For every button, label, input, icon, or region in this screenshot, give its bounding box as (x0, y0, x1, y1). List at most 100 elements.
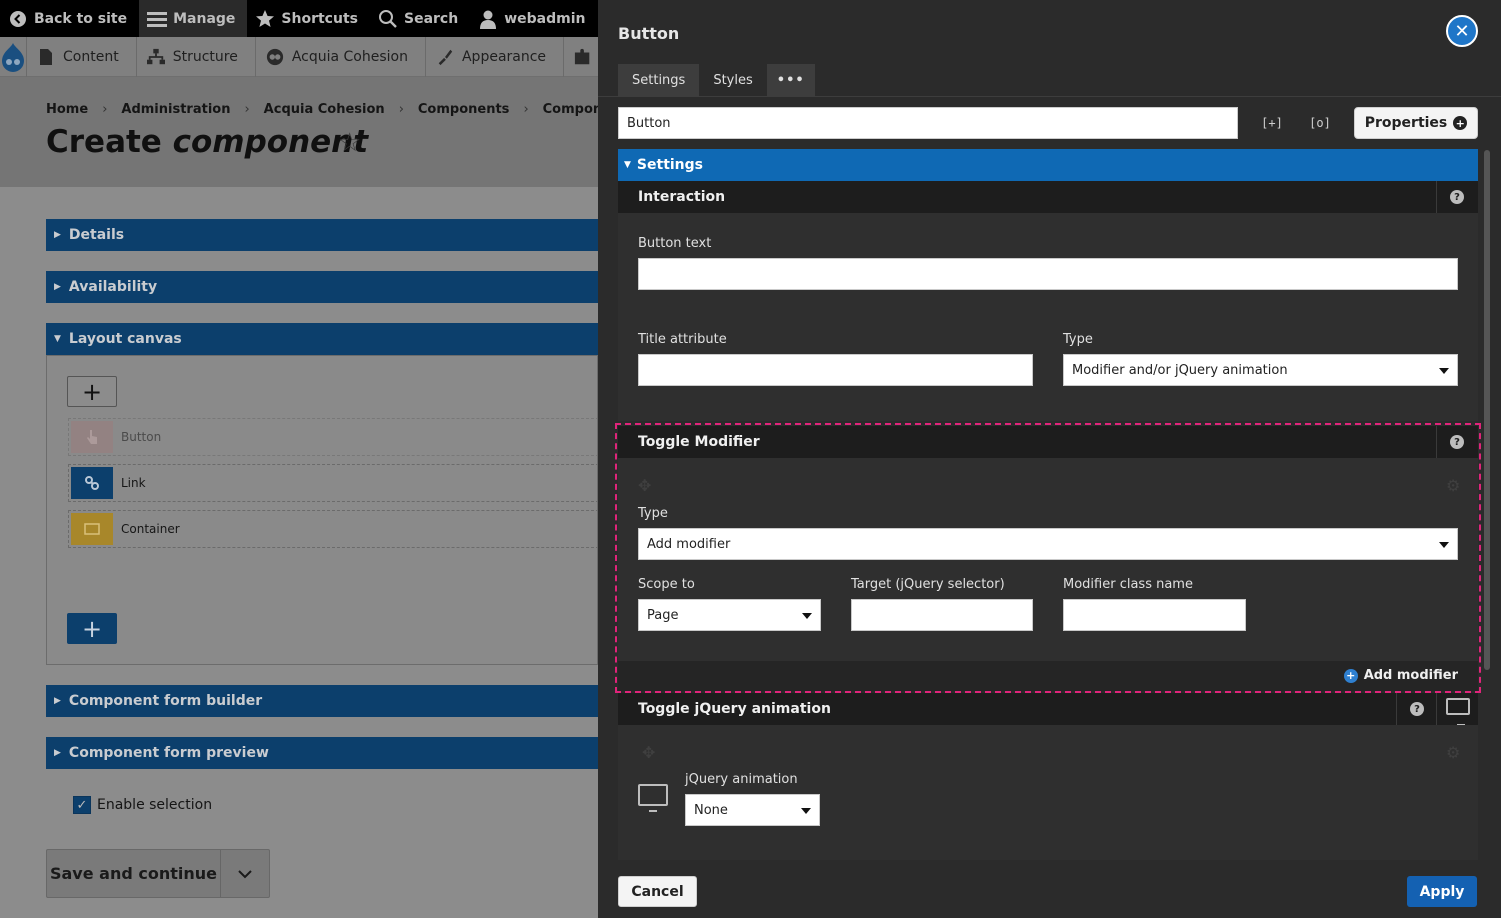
breadcrumb-separator: › (398, 102, 404, 117)
more-options-icon[interactable]: ••• (766, 64, 815, 96)
details-accordion[interactable]: ▶ Details (46, 219, 598, 251)
modifier-type-value: Add modifier (647, 536, 731, 552)
caret-right-icon: ▶ (54, 282, 61, 292)
canvas-item-button[interactable]: Button (68, 418, 598, 456)
caret-right-icon: ▶ (54, 230, 61, 240)
canvas-item-link[interactable]: Link (68, 464, 598, 502)
header-divider (1436, 693, 1437, 725)
cancel-button[interactable]: Cancel (618, 876, 697, 907)
canvas-item-label: Button (121, 430, 162, 444)
tray-item-label: Acquia Cohesion (291, 49, 408, 65)
interaction-section-body (618, 213, 1478, 421)
user-tab[interactable]: webadmin (470, 0, 597, 37)
element-name-input[interactable]: Button (618, 107, 1238, 139)
dropdown-arrow-icon (1439, 368, 1449, 374)
header-divider (1436, 181, 1437, 213)
admin-toolbar: Back to site Manage Shortcuts Search web… (0, 0, 598, 37)
tab-styles[interactable]: Styles (699, 64, 766, 96)
back-to-site-label: Back to site (34, 10, 128, 27)
desktop-breakpoint-icon[interactable] (1446, 698, 1470, 726)
tab-settings[interactable]: Settings (618, 64, 700, 96)
admin-page-backdrop: Back to site Manage Shortcuts Search web… (0, 0, 598, 918)
properties-button[interactable]: Properties + (1354, 107, 1478, 139)
caret-down-icon: ▼ (54, 334, 61, 344)
apply-button[interactable]: Apply (1407, 876, 1477, 907)
cohesion-icon (266, 48, 284, 66)
jquery-animation-select[interactable]: None (685, 794, 820, 826)
panel-scrollbar[interactable] (1484, 150, 1490, 670)
tray-item-acquia-cohesion[interactable]: Acquia Cohesion (254, 37, 425, 77)
toggle-modifier-heading: Toggle Modifier (638, 434, 760, 450)
tabs-divider (598, 96, 1501, 97)
toggle-jquery-heading: Toggle jQuery animation (638, 701, 831, 717)
search-tab[interactable]: Search (370, 0, 470, 37)
gear-icon[interactable]: ⚙ (1446, 476, 1460, 495)
tray-item-extend[interactable]: E (563, 37, 598, 77)
form-builder-accordion[interactable]: ▶ Component form builder (46, 685, 598, 717)
modifier-class-input[interactable] (1063, 599, 1246, 631)
shortcuts-tab[interactable]: Shortcuts (247, 0, 370, 37)
breadcrumb-link[interactable]: Components (418, 102, 510, 117)
accordion-label: Availability (68, 279, 158, 295)
canvas-item-container[interactable]: Container (68, 510, 598, 548)
close-icon[interactable]: ✕ (1446, 15, 1478, 47)
scope-to-label: Scope to (638, 577, 695, 592)
modifier-type-select[interactable]: Add modifier (638, 528, 1458, 560)
tray-item-content[interactable]: Content (26, 37, 136, 77)
breadcrumb-link[interactable]: Components (543, 102, 598, 117)
drupal-logo-icon[interactable] (0, 37, 26, 77)
user-label: webadmin (504, 10, 586, 27)
help-icon[interactable]: ? (1450, 435, 1464, 449)
enable-selection-label: Enable selection (97, 797, 213, 813)
help-icon[interactable]: ? (1410, 702, 1424, 716)
target-selector-label: Target (jQuery selector) (851, 577, 1005, 592)
drag-handle-icon[interactable]: ✥ (638, 476, 651, 495)
add-element-bottom-button[interactable]: + (67, 613, 117, 644)
save-and-continue-button[interactable]: Save and continue (46, 849, 270, 898)
button-text-input[interactable] (638, 258, 1458, 290)
breadcrumb-link[interactable]: Administration (121, 102, 230, 117)
interaction-type-select[interactable]: Modifier and/or jQuery animation (1063, 354, 1458, 386)
tray-item-label: Appearance (461, 49, 547, 65)
checkmark-icon: ✓ (73, 796, 91, 814)
back-to-site-link[interactable]: Back to site (0, 0, 139, 37)
manage-label: Manage (173, 10, 236, 27)
favorite-star-icon[interactable]: ☆ (338, 128, 361, 158)
add-element-top-button[interactable]: + (67, 376, 117, 407)
header-divider (1436, 426, 1437, 458)
modifier-class-label: Modifier class name (1063, 577, 1193, 592)
save-button-label: Save and continue (47, 850, 221, 897)
settings-accordion[interactable]: ▼ Settings (618, 149, 1478, 181)
title-attribute-input[interactable] (638, 354, 1033, 386)
structure-icon (146, 48, 165, 66)
tray-item-appearance[interactable]: Appearance (424, 37, 563, 77)
breadcrumb-link[interactable]: Acquia Cohesion (264, 102, 385, 117)
toggle-modifier-section-header: Toggle Modifier (618, 426, 1478, 458)
layout-canvas-accordion[interactable]: ▼ Layout canvas (46, 323, 598, 355)
token-insert-icon[interactable]: [+] (1261, 112, 1283, 134)
interaction-type-label: Type (1063, 332, 1093, 347)
properties-label: Properties (1364, 115, 1448, 131)
help-icon[interactable]: ? (1450, 190, 1464, 204)
puzzle-icon (574, 48, 592, 66)
availability-accordion[interactable]: ▶ Availability (46, 271, 598, 303)
desktop-icon (638, 784, 668, 812)
token-browser-icon[interactable]: [o] (1309, 112, 1331, 134)
manage-tab[interactable]: Manage (139, 0, 248, 37)
target-selector-input[interactable] (851, 599, 1033, 631)
layout-canvas: + Button Link Container + (46, 355, 598, 665)
enable-selection-checkbox[interactable]: ✓ Enable selection (73, 796, 212, 814)
drag-handle-icon[interactable]: ✥ (642, 743, 655, 762)
gear-icon[interactable]: ⚙ (1446, 743, 1460, 762)
form-preview-accordion[interactable]: ▶ Component form preview (46, 737, 598, 769)
breadcrumb-link[interactable]: Home (46, 102, 88, 117)
tray-item-structure[interactable]: Structure (135, 37, 255, 77)
add-modifier-button[interactable]: + Add modifier (1343, 668, 1458, 683)
scope-to-select[interactable]: Page (638, 599, 821, 631)
pointer-icon (71, 421, 113, 453)
dropdown-arrow-icon (801, 808, 811, 814)
accordion-label: Layout canvas (68, 331, 182, 347)
panel-footer (598, 862, 1501, 918)
chevron-down-icon[interactable] (221, 850, 269, 897)
modifier-type-label: Type (638, 506, 668, 521)
